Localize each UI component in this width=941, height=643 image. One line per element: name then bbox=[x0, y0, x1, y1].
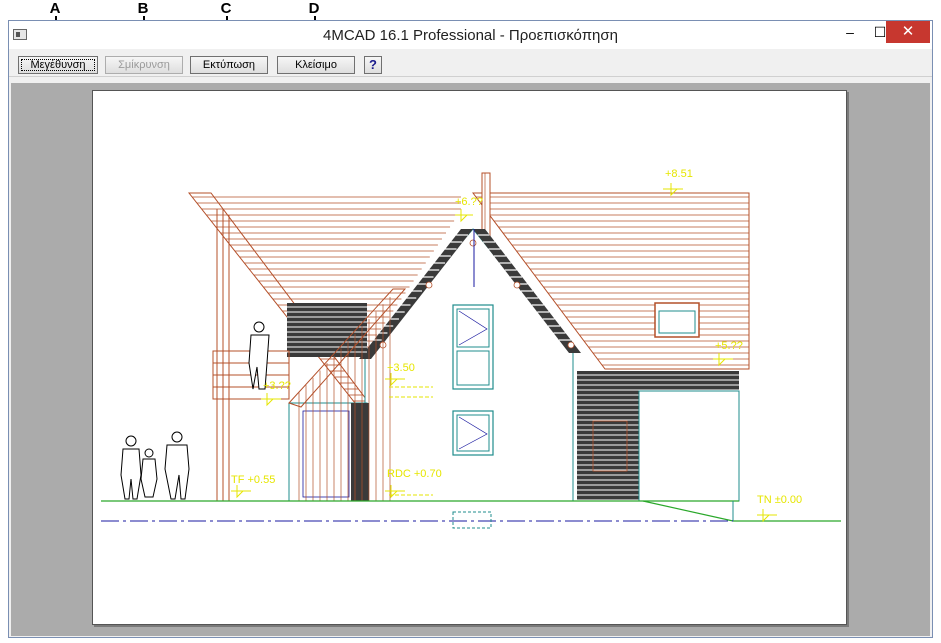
callout-b: B bbox=[137, 0, 149, 17]
help-button[interactable]: ? bbox=[364, 56, 382, 74]
level-tf: TF +0.55 bbox=[231, 474, 275, 486]
title-bar[interactable]: 4MCAD 16.1 Professional - Προεπισκόπηση … bbox=[9, 21, 932, 49]
dormer-window bbox=[654, 302, 700, 338]
level-right-eave: +5.?? bbox=[715, 340, 743, 352]
zoom-out-button[interactable]: Σμίκρυνση bbox=[105, 56, 183, 74]
elevation-drawing: +8.51 +6.?? +5.?? +3.50 +3.?? TF +0.55 R… bbox=[101, 168, 841, 529]
preview-area[interactable]: +8.51 +6.?? +5.?? +3.50 +3.?? TF +0.55 R… bbox=[11, 83, 930, 636]
level-top: +6.?? bbox=[455, 196, 483, 208]
close-preview-button[interactable]: Κλείσιμο bbox=[277, 56, 355, 74]
foundation-marker bbox=[452, 511, 492, 529]
zoom-in-button[interactable]: Μεγέθυνση bbox=[18, 56, 98, 74]
minimize-button[interactable]: – bbox=[835, 21, 865, 43]
print-button[interactable]: Εκτύπωση bbox=[190, 56, 268, 74]
toolbar: Μεγέθυνση Σμίκρυνση Εκτύπωση Κλείσιμο ? bbox=[9, 49, 932, 77]
callout-c: C bbox=[220, 0, 232, 17]
level-rdc: RDC +0.70 bbox=[387, 468, 442, 480]
preview-window: 4MCAD 16.1 Professional - Προεπισκόπηση … bbox=[8, 20, 933, 638]
level-first-floor: +3.50 bbox=[387, 362, 415, 374]
level-tn: TN ±0.00 bbox=[757, 494, 802, 506]
people-figures bbox=[120, 321, 270, 500]
window-title: 4MCAD 16.1 Professional - Προεπισκόπηση bbox=[323, 27, 618, 44]
callout-a: A bbox=[49, 0, 61, 17]
level-balcony: +3.?? bbox=[263, 380, 291, 392]
callout-d: D bbox=[308, 0, 320, 17]
right-dark-block bbox=[577, 371, 740, 502]
paper-sheet: +8.51 +6.?? +5.?? +3.50 +3.?? TF +0.55 R… bbox=[92, 90, 847, 625]
left-roof bbox=[187, 192, 371, 404]
level-ridge: +8.51 bbox=[665, 168, 693, 180]
close-window-button[interactable]: ✕ bbox=[886, 21, 930, 43]
